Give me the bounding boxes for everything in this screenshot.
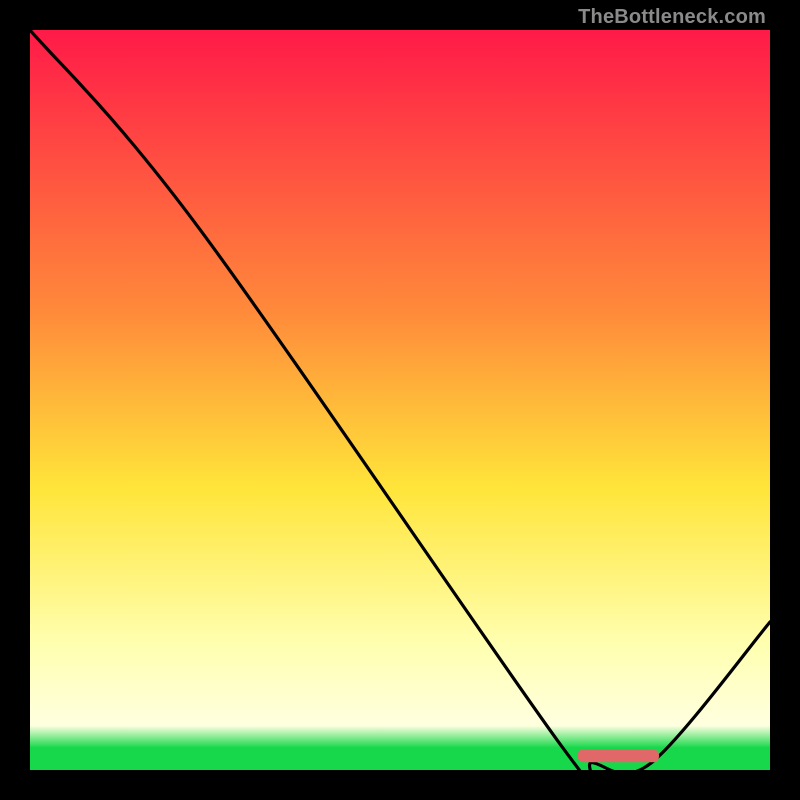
bottleneck-chart (30, 30, 770, 770)
attribution-label: TheBottleneck.com (578, 6, 766, 29)
chart-background (30, 30, 770, 770)
optimal-range-marker (578, 749, 659, 762)
